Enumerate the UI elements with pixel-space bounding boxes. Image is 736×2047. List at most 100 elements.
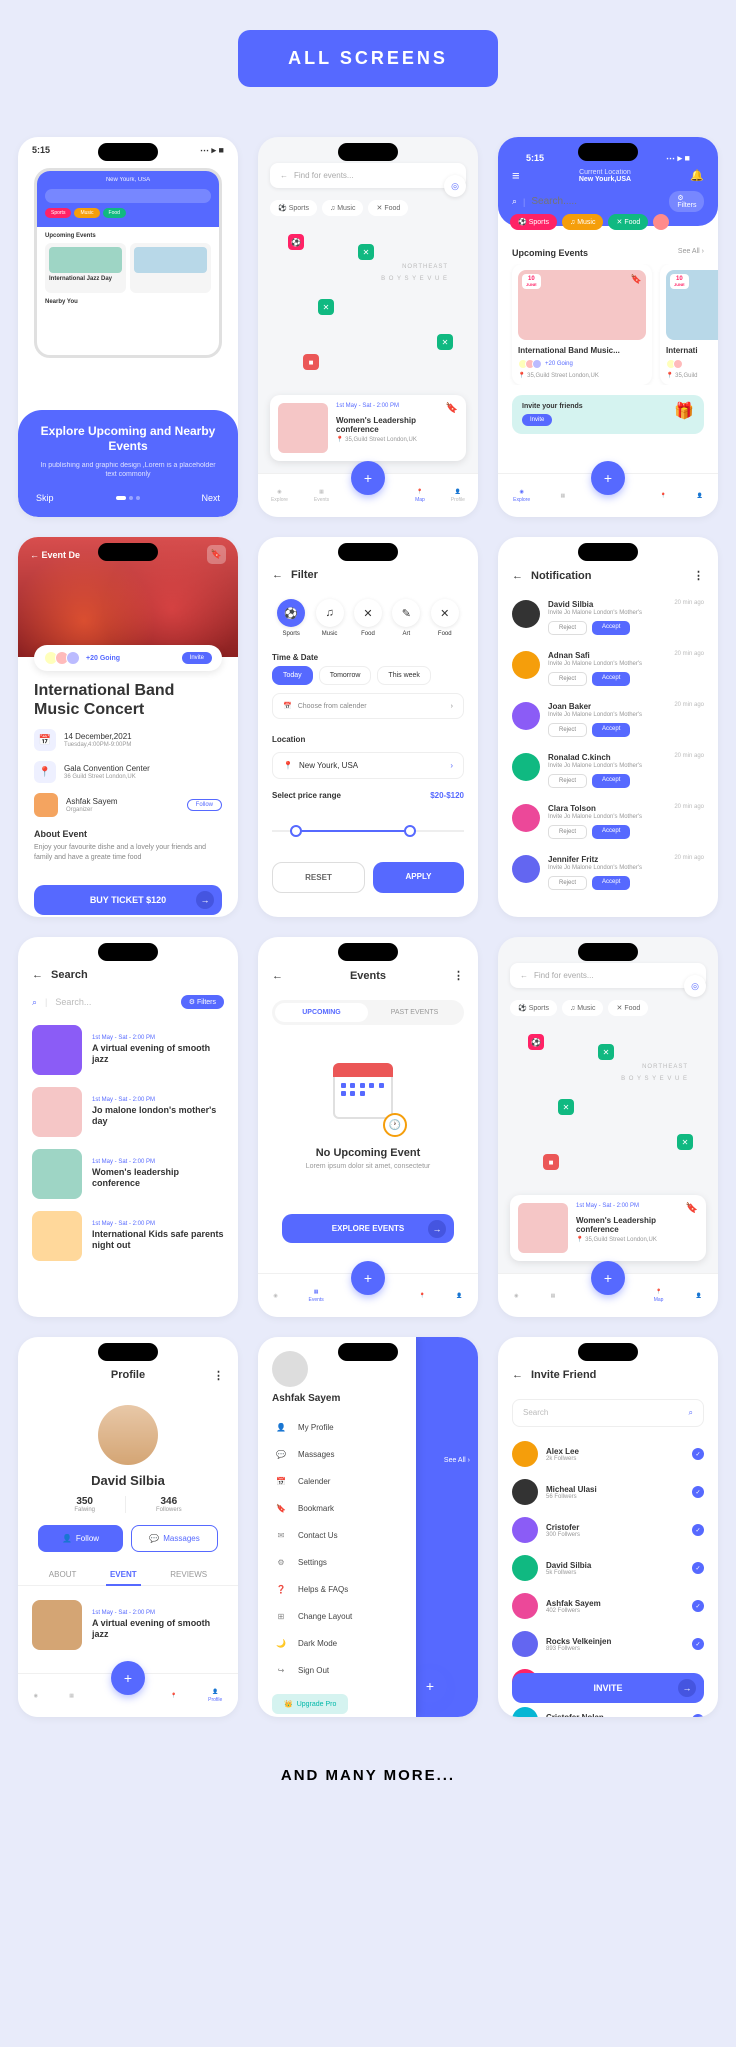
nav-map[interactable]: 📍: [171, 1693, 177, 1699]
back-button[interactable]: ←: [272, 970, 283, 982]
calendar-picker[interactable]: 📅Choose from calender›: [272, 693, 464, 719]
invite-button[interactable]: Invite: [182, 652, 212, 664]
friend-item[interactable]: Rocks Velkeinjen893 Follwers ✓: [498, 1625, 718, 1663]
event-item[interactable]: 1st May - Sat - 2:00 PMA virtual evening…: [18, 1594, 238, 1656]
event-card[interactable]: 1st May - Sat - 2:00 PM🔖 Women's Leaders…: [510, 1195, 706, 1261]
check-icon[interactable]: ✓: [692, 1524, 704, 1536]
locate-button[interactable]: ◎: [444, 175, 466, 197]
more-icon[interactable]: ⋮: [693, 569, 704, 582]
messages-button[interactable]: 💬 Massages: [131, 1525, 218, 1552]
nav-events[interactable]: ▦: [560, 493, 565, 499]
search-result[interactable]: 1st May - Sat - 2:00 PMWomen's leadershi…: [18, 1143, 238, 1205]
chip-sports[interactable]: ⚽ Sports: [510, 1000, 557, 1016]
friend-item[interactable]: Cristofer300 Follwers ✓: [498, 1511, 718, 1549]
chip-sports[interactable]: ⚽ Sports: [510, 214, 557, 230]
friend-item[interactable]: Alex Lee2k Follwers ✓: [498, 1435, 718, 1473]
chip-food[interactable]: ✕ Food: [608, 1000, 648, 1016]
nav-explore[interactable]: ◉Explore: [513, 489, 530, 503]
price-slider[interactable]: [272, 816, 464, 846]
more-icon[interactable]: ⋮: [453, 969, 464, 982]
friend-item[interactable]: Cristofer Nolan1k Follwers ✓: [498, 1701, 718, 1717]
menu-item[interactable]: 📅Calender: [272, 1468, 402, 1495]
map-pin[interactable]: ✕: [437, 334, 453, 350]
menu-item[interactable]: ✉Contact Us: [272, 1522, 402, 1549]
check-icon[interactable]: ✓: [692, 1486, 704, 1498]
search-result[interactable]: 1st May - Sat - 2:00 PMJo malone london'…: [18, 1081, 238, 1143]
category-food2[interactable]: ✕Food: [431, 599, 459, 637]
map-pin[interactable]: ✕: [598, 1044, 614, 1060]
map-pin[interactable]: ✕: [558, 1099, 574, 1115]
invite-button[interactable]: INVITE→: [512, 1673, 704, 1703]
check-icon[interactable]: ✓: [692, 1448, 704, 1460]
nav-explore[interactable]: ◉: [34, 1693, 38, 1699]
reject-button[interactable]: Reject: [548, 621, 587, 635]
location-picker[interactable]: 📍New Yourk, USA›: [272, 752, 464, 779]
search-input[interactable]: ←Find for events...: [270, 163, 466, 188]
back-button[interactable]: ← Event De: [30, 550, 80, 560]
map-pin[interactable]: ⚽: [288, 234, 304, 250]
nav-explore[interactable]: ◉: [273, 1293, 277, 1299]
search-input[interactable]: ←Find for events...: [510, 963, 706, 988]
nav-profile[interactable]: 👤Profile: [208, 1689, 222, 1703]
search-input[interactable]: [531, 196, 663, 207]
chip-food[interactable]: ✕ Food: [608, 214, 648, 230]
nav-events[interactable]: ▦: [69, 1693, 74, 1699]
reject-button[interactable]: Reject: [548, 672, 587, 686]
bookmark-icon[interactable]: 🔖: [207, 545, 226, 564]
accept-button[interactable]: Accept: [592, 825, 630, 839]
see-all-link[interactable]: See All ›: [678, 248, 704, 258]
menu-item[interactable]: ↪Sign Out: [272, 1657, 402, 1684]
map-pin[interactable]: ■: [303, 354, 319, 370]
search-input[interactable]: Search⌕: [512, 1399, 704, 1427]
fab-add[interactable]: +: [413, 1669, 447, 1703]
bookmark-icon[interactable]: 🔖: [631, 274, 642, 285]
chip-music[interactable]: ♫ Music: [562, 1000, 604, 1016]
fab-add[interactable]: +: [111, 1661, 145, 1695]
locate-button[interactable]: ◎: [684, 975, 706, 997]
menu-item[interactable]: 💬Massages: [272, 1441, 402, 1468]
nav-events[interactable]: ▦Events: [309, 1289, 324, 1303]
nav-events[interactable]: ▦: [551, 1293, 556, 1299]
nav-explore[interactable]: ◉: [514, 1293, 518, 1299]
event-card[interactable]: 10JUNE🔖 International Band Music... +20 …: [512, 264, 652, 385]
accept-button[interactable]: Accept: [592, 723, 630, 737]
upgrade-button[interactable]: 👑 Upgrade Pro: [272, 1694, 348, 1714]
reject-button[interactable]: Reject: [548, 876, 587, 890]
accept-button[interactable]: Accept: [592, 876, 630, 890]
menu-item[interactable]: ⚙Settings: [272, 1549, 402, 1576]
accept-button[interactable]: Accept: [592, 672, 630, 686]
back-button[interactable]: ←: [512, 570, 523, 582]
event-card[interactable]: 1st May - Sat - 2:00 PM🔖 Women's Leaders…: [270, 395, 466, 461]
fab-add[interactable]: +: [351, 461, 385, 495]
map-pin[interactable]: ⚽: [528, 1034, 544, 1050]
tab-upcoming[interactable]: UPCOMING: [275, 1003, 368, 1022]
check-icon[interactable]: ✓: [692, 1714, 704, 1717]
friend-item[interactable]: Ashfak Sayem402 Follwers ✓: [498, 1587, 718, 1625]
category-food[interactable]: ✕Food: [354, 599, 382, 637]
bookmark-icon[interactable]: 🔖: [686, 1203, 698, 1214]
fab-add[interactable]: +: [351, 1261, 385, 1295]
nav-map[interactable]: 📍Map: [415, 489, 425, 503]
friend-item[interactable]: Micheal Ulasi56 Follwers ✓: [498, 1473, 718, 1511]
nav-map[interactable]: 📍: [419, 1293, 425, 1299]
menu-item[interactable]: ❓Helps & FAQs: [272, 1576, 402, 1603]
category-art[interactable]: ✎Art: [392, 599, 420, 637]
invite-button[interactable]: Invite: [522, 414, 552, 426]
filters-button[interactable]: ⚙ Filters: [669, 191, 704, 212]
check-icon[interactable]: ✓: [692, 1562, 704, 1574]
back-button[interactable]: ←: [32, 969, 43, 981]
pill-week[interactable]: This week: [377, 666, 431, 685]
follow-button[interactable]: Follow: [187, 799, 222, 811]
nav-map[interactable]: 📍: [660, 493, 666, 499]
bookmark-icon[interactable]: 🔖: [446, 403, 458, 414]
map-pin[interactable]: ✕: [358, 244, 374, 260]
menu-item[interactable]: 🔖Bookmark: [272, 1495, 402, 1522]
pill-tomorrow[interactable]: Tomorrow: [319, 666, 372, 685]
nav-profile[interactable]: 👤: [697, 493, 703, 499]
menu-item[interactable]: 🌙Dark Mode: [272, 1630, 402, 1657]
fab-add[interactable]: +: [591, 461, 625, 495]
explore-button[interactable]: EXPLORE EVENTS→: [282, 1214, 454, 1243]
accept-button[interactable]: Accept: [592, 774, 630, 788]
nav-profile[interactable]: 👤: [456, 1293, 462, 1299]
more-icon[interactable]: ⋮: [213, 1369, 224, 1382]
